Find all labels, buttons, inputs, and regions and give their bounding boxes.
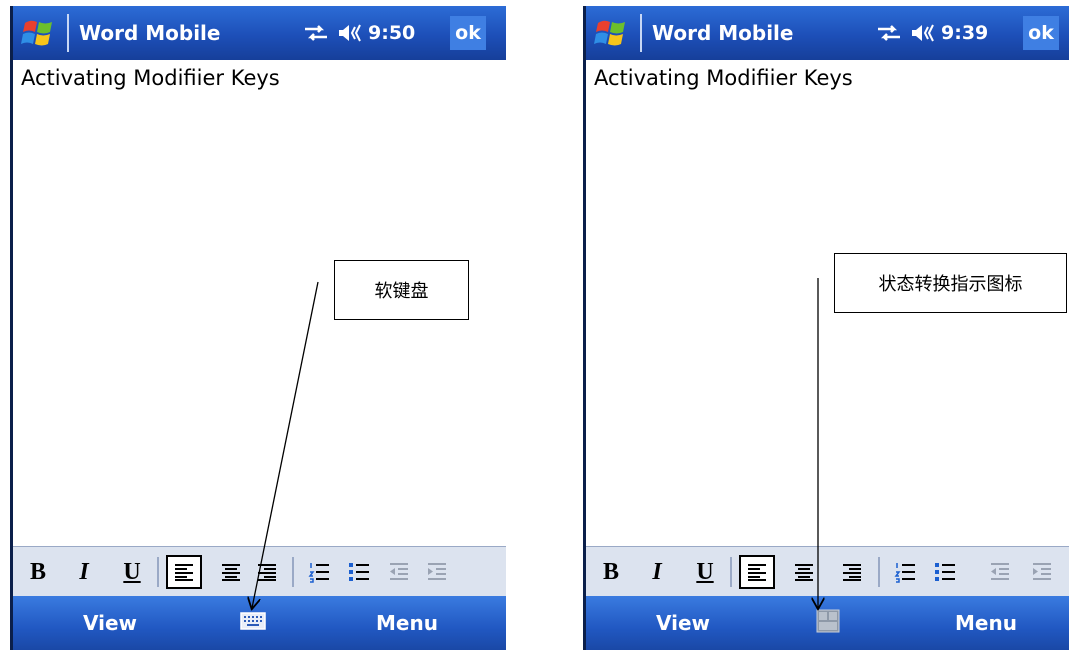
italic-button[interactable]: I [642,555,672,589]
align-center-button[interactable] [788,555,820,589]
windows-start-icon[interactable] [21,17,55,49]
increase-indent-icon [1033,563,1051,580]
formatting-toolbar: B I U [13,546,506,597]
input-status-icon[interactable] [816,609,840,633]
toolbar-separator [157,557,159,587]
volume-icon[interactable] [337,21,363,45]
device-screen-right: Word Mobile 9:39 ok Activating Modifiier… [583,6,1069,650]
connectivity-icon[interactable] [303,22,329,44]
title-separator [67,14,69,52]
align-right-button[interactable] [836,555,868,589]
app-title: Word Mobile [652,21,794,45]
title-bar: Word Mobile 9:50 ok [13,6,506,60]
toolbar-separator [292,557,294,587]
align-right-icon [258,564,276,581]
view-softkey[interactable]: View [83,611,137,635]
soft-key-bar: View Menu [586,596,1069,650]
underline-button[interactable]: U [690,555,720,589]
increase-indent-button[interactable] [1026,555,1058,589]
document-text: Activating Modifiier Keys [594,66,853,90]
app-title: Word Mobile [79,21,221,45]
soft-key-bar: View Menu [13,596,506,650]
align-left-button[interactable] [739,555,775,589]
menu-softkey[interactable]: Menu [376,611,438,635]
align-center-icon [222,564,240,581]
numbered-list-icon [894,563,915,583]
increase-indent-icon [428,563,446,580]
align-right-icon [843,564,861,581]
callout-soft-keyboard: 软键盘 [334,260,469,320]
windows-start-icon[interactable] [594,17,628,49]
italic-button[interactable]: I [69,555,99,589]
bold-button[interactable]: B [596,555,626,589]
align-left-button[interactable] [166,555,202,589]
align-center-button[interactable] [215,555,247,589]
menu-softkey[interactable]: Menu [955,611,1017,635]
clock-time[interactable]: 9:50 [368,22,415,44]
device-screen-left: Word Mobile 9:50 ok Activating Modifiier… [10,6,506,650]
toolbar-separator [878,557,880,587]
decrease-indent-button[interactable] [984,555,1016,589]
volume-icon[interactable] [910,21,936,45]
increase-indent-button[interactable] [421,555,453,589]
align-left-icon [748,564,766,581]
decrease-indent-button[interactable] [383,555,415,589]
ok-button[interactable]: ok [1023,16,1059,50]
align-right-button[interactable] [251,555,283,589]
decrease-indent-icon [390,563,408,580]
callout-status-icon: 状态转换指示图标 [834,253,1067,313]
bullet-list-icon [935,563,955,581]
numbered-list-button[interactable] [303,555,335,589]
numbered-list-icon [308,563,329,583]
title-bar: Word Mobile 9:39 ok [586,6,1069,60]
view-softkey[interactable]: View [656,611,710,635]
ok-button[interactable]: ok [450,16,486,50]
connectivity-icon[interactable] [876,22,902,44]
clock-time[interactable]: 9:39 [941,22,988,44]
toolbar-separator [730,557,732,587]
align-center-icon [795,564,813,581]
bullet-list-button[interactable] [343,555,375,589]
document-text: Activating Modifiier Keys [21,66,280,90]
underline-button[interactable]: U [117,555,147,589]
numbered-list-button[interactable] [889,555,921,589]
bold-button[interactable]: B [23,555,53,589]
bullet-list-button[interactable] [929,555,961,589]
title-separator [640,14,642,52]
align-left-icon [175,564,193,581]
formatting-toolbar: B I U [586,546,1069,597]
decrease-indent-icon [991,563,1009,580]
bullet-list-icon [349,563,369,581]
keyboard-icon[interactable] [240,611,266,631]
